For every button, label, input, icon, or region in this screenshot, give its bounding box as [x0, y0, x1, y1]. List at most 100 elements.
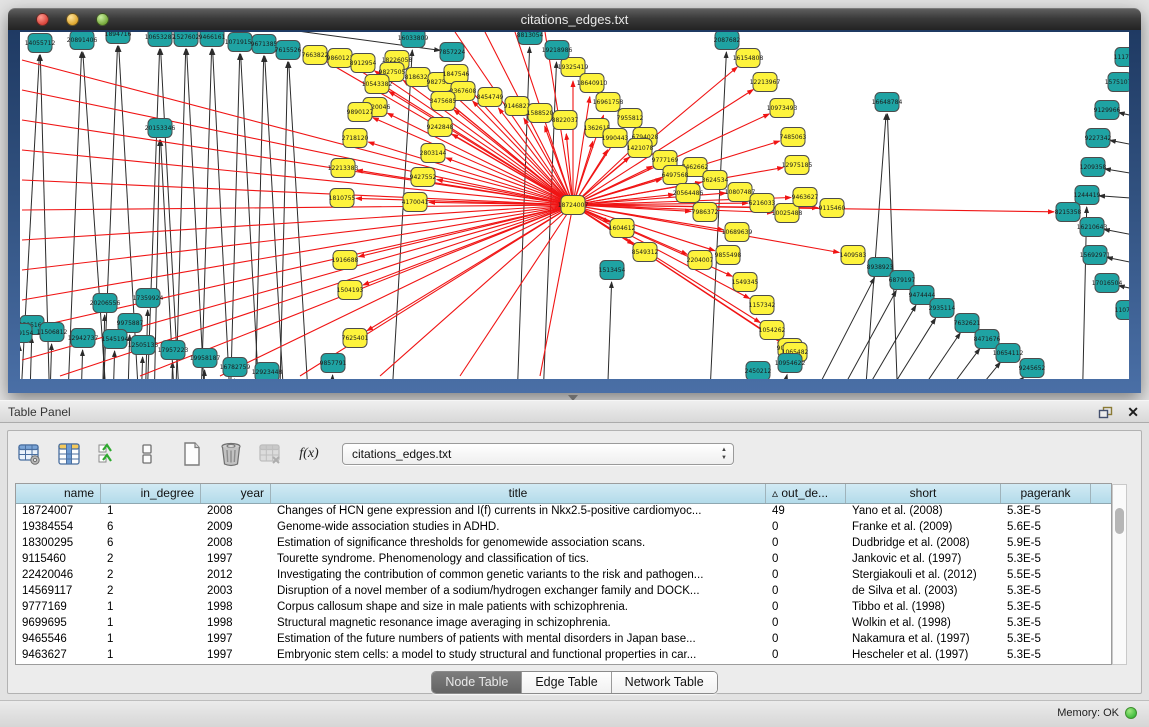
graph-node[interactable]: 16961758 — [593, 93, 624, 112]
graph-node[interactable]: 14055712 — [25, 34, 56, 53]
graph-node[interactable]: 2087682 — [714, 32, 741, 50]
table-column-icon[interactable] — [55, 440, 83, 468]
graph-node[interactable]: 10654112 — [993, 344, 1024, 363]
graph-node[interactable]: 9115460 — [819, 199, 846, 218]
graph-node[interactable]: 1527602 — [173, 32, 200, 47]
table-body[interactable]: 1872400712008Changes of HCN gene express… — [16, 504, 1111, 664]
graph-node[interactable]: 1117538 — [1114, 48, 1129, 67]
column-header-in_degree[interactable]: in_degree — [101, 484, 201, 503]
graph-node[interactable]: 9671385 — [251, 35, 278, 54]
graph-node[interactable]: 1549345 — [732, 273, 759, 292]
graph-node[interactable]: 9855498 — [715, 246, 742, 265]
graph-node[interactable]: 2803144 — [420, 144, 447, 163]
table-row[interactable]: 1456911722003Disruption of a novel membe… — [16, 584, 1111, 600]
graph-node[interactable]: 16210643 — [1077, 218, 1108, 237]
table-row[interactable]: 911546021997Tourette syndrome. Phenomeno… — [16, 552, 1111, 568]
graph-node[interactable]: 10954622 — [775, 354, 806, 373]
graph-node[interactable]: 9890127 — [347, 103, 374, 122]
delete-table-icon[interactable] — [256, 440, 284, 468]
graph-node[interactable]: 8215358 — [1055, 203, 1082, 222]
graph-node[interactable]: 3624534 — [702, 171, 729, 190]
graph-node[interactable]: 20891406 — [67, 32, 98, 50]
graph-node[interactable]: 3919154 — [20, 324, 34, 343]
graph-node[interactable]: 15751074 — [1105, 73, 1129, 92]
graph-node[interactable]: 9857791 — [320, 354, 347, 373]
graph-node[interactable]: 8938923 — [867, 258, 894, 277]
network-canvas[interactable]: 1872400776638229860123891295418226058982… — [20, 32, 1129, 379]
graph-node[interactable]: 1513454 — [599, 261, 626, 280]
graph-node[interactable]: 7625401 — [342, 329, 369, 348]
citation-graph[interactable]: 1872400776638229860123891295418226058982… — [20, 32, 1129, 379]
graph-node[interactable]: 12505135 — [128, 336, 159, 355]
graph-node[interactable]: 17016504 — [1092, 274, 1123, 293]
graph-node[interactable]: 1209358 — [1080, 158, 1107, 177]
table-row[interactable]: 1872400712008Changes of HCN gene express… — [16, 504, 1111, 520]
column-header-title[interactable]: title — [271, 484, 766, 503]
graph-node[interactable]: 1054262 — [759, 321, 786, 340]
column-header-name[interactable]: name — [16, 484, 101, 503]
graph-node[interactable]: 4170041 — [402, 193, 429, 212]
graph-node[interactable]: 16648784 — [872, 93, 903, 112]
graph-node[interactable]: 18724007 — [558, 196, 589, 215]
table-header-row[interactable]: namein_degreeyeartitle▵ out_de...shortpa… — [16, 484, 1111, 504]
graph-node[interactable]: 12213383 — [328, 159, 359, 178]
graph-node[interactable]: 7485063 — [780, 128, 807, 147]
trash-icon[interactable] — [217, 440, 245, 468]
graph-node[interactable]: 12923448 — [252, 363, 283, 380]
graph-node[interactable]: 20564486 — [673, 184, 704, 203]
graph-node[interactable]: 20206556 — [90, 294, 121, 313]
graph-node[interactable]: 17359924 — [133, 289, 164, 308]
select-all-icon[interactable] — [94, 440, 122, 468]
graph-node[interactable]: 2450212 — [745, 362, 772, 380]
table-row[interactable]: 1938455462009Genome-wide association stu… — [16, 520, 1111, 536]
graph-node[interactable]: 18640910 — [577, 74, 608, 93]
graph-node[interactable]: 8813054 — [517, 32, 544, 45]
graph-node[interactable]: 9466161 — [199, 32, 226, 47]
graph-node[interactable]: 1504193 — [337, 281, 364, 300]
graph-node[interactable]: 19958187 — [190, 349, 221, 368]
graph-node[interactable]: 15692971 — [1080, 246, 1111, 265]
float-panel-icon[interactable] — [1098, 406, 1113, 419]
graph-node[interactable]: 12942737 — [68, 329, 99, 348]
graph-node[interactable]: 6497568 — [662, 166, 689, 185]
table-row[interactable]: 2242004622012Investigating the contribut… — [16, 568, 1111, 584]
graph-node[interactable]: 7663822 — [302, 46, 329, 65]
graph-node[interactable]: 2204007 — [687, 251, 714, 270]
graph-node[interactable]: 1588520 — [527, 104, 554, 123]
graph-node[interactable]: 16782759 — [220, 358, 251, 377]
graph-node[interactable]: 1107533 — [1115, 301, 1129, 320]
graph-node[interactable]: 12975185 — [782, 156, 813, 175]
column-header-pagerank[interactable]: pagerank — [1001, 484, 1091, 503]
graph-node[interactable]: 16033809 — [398, 32, 429, 48]
network-file-select[interactable]: citations_edges.txt ▲▼ — [342, 443, 734, 465]
graph-node[interactable]: 9427552 — [410, 168, 437, 187]
graph-node[interactable]: 8912954 — [350, 54, 377, 73]
graph-node[interactable]: 11506812 — [37, 323, 68, 342]
table-row[interactable]: 977716911998Corpus callosum shape and si… — [16, 600, 1111, 616]
graph-node[interactable]: 12213967 — [750, 73, 781, 92]
graph-node[interactable]: 9245652 — [1019, 359, 1046, 378]
table-row[interactable]: 946362711997Embryonic stem cells: a mode… — [16, 648, 1111, 664]
graph-node[interactable]: 20153346 — [145, 119, 176, 138]
graph-node[interactable]: 2935114 — [929, 299, 956, 318]
graph-node[interactable]: 8454749 — [477, 88, 504, 107]
graph-node[interactable]: 2718120 — [342, 129, 369, 148]
close-icon[interactable]: ✕ — [1127, 404, 1139, 420]
graph-node[interactable]: 9242848 — [427, 118, 454, 137]
graph-node[interactable]: 1545194 — [102, 330, 129, 349]
column-header-out_de[interactable]: ▵ out_de... — [766, 484, 846, 503]
node-table[interactable]: namein_degreeyeartitle▵ out_de...shortpa… — [15, 483, 1112, 665]
graph-node[interactable]: 1409583 — [840, 246, 867, 265]
function-icon[interactable]: f(x) — [295, 440, 323, 468]
graph-node[interactable]: 1990443 — [602, 129, 629, 148]
graph-node[interactable]: 1244419 — [1074, 186, 1101, 205]
column-header-short[interactable]: short — [846, 484, 1001, 503]
graph-node[interactable]: 1604612 — [609, 219, 636, 238]
graph-node[interactable]: 9129966 — [1094, 101, 1121, 120]
graph-node[interactable]: 1916688 — [332, 251, 359, 270]
table-row[interactable]: 969969511998Structural magnetic resonanc… — [16, 616, 1111, 632]
graph-node[interactable]: 8822037 — [552, 111, 579, 130]
tab-node-table[interactable]: Node Table — [432, 672, 522, 693]
graph-node[interactable]: 7955812 — [617, 109, 644, 128]
rows-icon[interactable] — [133, 440, 161, 468]
